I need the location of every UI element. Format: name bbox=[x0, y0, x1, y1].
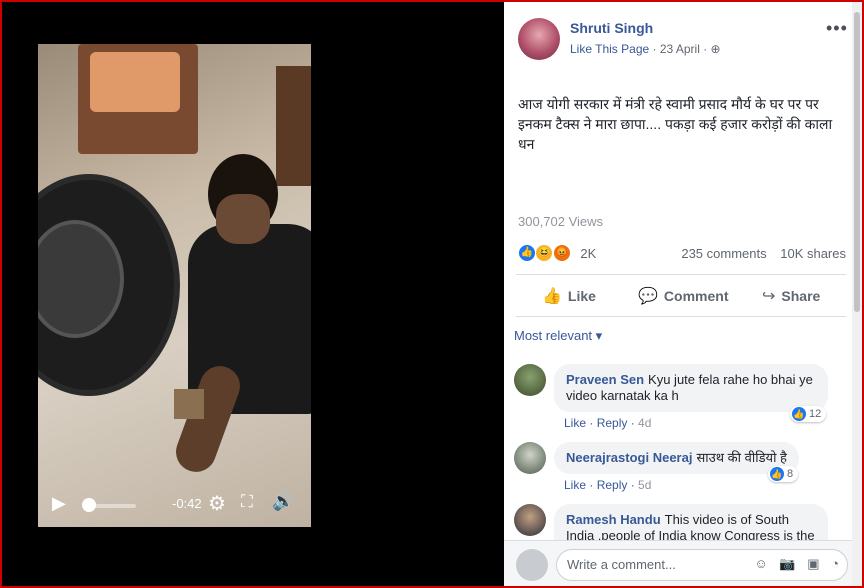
post-actions: 👍 Like 💬 Comment ↪ Share bbox=[504, 278, 852, 316]
comment-like-link[interactable]: Like bbox=[564, 416, 586, 430]
comment-author[interactable]: Neerajrastogi Neeraj bbox=[566, 450, 692, 465]
volume-icon[interactable]: 🔊 bbox=[272, 491, 294, 512]
video-controls: ▶ -0:42 ⚙ ⛶ 🔊 bbox=[38, 483, 311, 527]
sticker-icon[interactable]: ◔ bbox=[831, 556, 839, 571]
comment-reaction-badge[interactable]: 👍 12 bbox=[790, 406, 827, 422]
share-button[interactable]: ↪ Share bbox=[762, 286, 820, 306]
share-icon: ↪ bbox=[762, 288, 776, 305]
comment-author[interactable]: Praveen Sen bbox=[566, 372, 644, 387]
video-scene-block bbox=[174, 389, 204, 419]
comment-reply-link[interactable]: Reply bbox=[597, 478, 628, 492]
comment-actions: Like · Reply · 4d bbox=[564, 416, 652, 430]
comment-actions: Like · Reply · 5d bbox=[564, 478, 652, 492]
video-time-remaining: -0:42 bbox=[172, 496, 202, 511]
video-scene-tire bbox=[38, 174, 180, 396]
haha-reaction-icon: 😆 bbox=[535, 244, 554, 262]
scrollbar[interactable] bbox=[852, 2, 862, 586]
reaction-summary[interactable]: 👍 😆 😡 2K bbox=[518, 244, 596, 264]
comment-bubble: Praveen Sen Kyu jute fela rahe ho bhai ye… bbox=[554, 364, 828, 412]
engagement-counts: 235 comments 10K shares bbox=[671, 246, 846, 261]
emoji-icon[interactable]: ☺ bbox=[755, 556, 768, 571]
video-scene-table bbox=[276, 66, 311, 186]
comment-button[interactable]: 💬 Comment bbox=[638, 286, 728, 306]
comment-like-link[interactable]: Like bbox=[564, 478, 586, 492]
video-scene-chair bbox=[78, 44, 198, 154]
angry-reaction-icon: 😡 bbox=[552, 244, 571, 262]
current-user-avatar bbox=[516, 549, 548, 581]
comment-avatar[interactable] bbox=[514, 364, 546, 396]
post-panel: Shruti Singh Like This Page · 23 April ·… bbox=[504, 2, 852, 586]
reaction-count: 2K bbox=[580, 245, 597, 261]
gif-icon[interactable]: ▣ bbox=[807, 556, 819, 571]
settings-gear-icon[interactable]: ⚙ bbox=[208, 491, 226, 516]
comment-avatar[interactable] bbox=[514, 442, 546, 474]
comment-icon: 💬 bbox=[638, 288, 658, 305]
post-meta: Like This Page · 23 April · ⊕ bbox=[570, 42, 721, 56]
comment-avatar[interactable] bbox=[514, 504, 546, 536]
write-comment-bar: Write a comment... ☺ 📷 ▣ ◔ bbox=[504, 540, 852, 586]
video-player[interactable]: ▶ -0:42 ⚙ ⛶ 🔊 bbox=[38, 44, 311, 527]
page-name[interactable]: Shruti Singh bbox=[570, 20, 653, 36]
page-avatar[interactable] bbox=[518, 18, 560, 60]
like-reaction-icon: 👍 bbox=[518, 244, 536, 262]
comments-count[interactable]: 235 comments bbox=[681, 246, 766, 261]
comment-time[interactable]: 5d bbox=[638, 478, 651, 492]
comment-author[interactable]: Ramesh Handu bbox=[566, 512, 661, 527]
globe-icon: ⊕ bbox=[710, 42, 721, 56]
comment-time[interactable]: 4d bbox=[638, 416, 651, 430]
like-button[interactable]: 👍 Like bbox=[542, 286, 596, 306]
like-reaction-icon: 👍 bbox=[770, 467, 784, 481]
more-options-icon[interactable]: ••• bbox=[826, 18, 848, 39]
post-date[interactable]: · 23 April · bbox=[653, 42, 708, 56]
view-count: 300,702 Views bbox=[518, 214, 604, 229]
comment-input-placeholder: Write a comment... bbox=[567, 557, 676, 572]
camera-icon[interactable]: 📷 bbox=[779, 556, 795, 571]
like-reaction-icon: 👍 bbox=[792, 407, 806, 421]
comment-bubble: Neerajrastogi Neeraj साउथ की वीडियो है bbox=[554, 442, 799, 474]
comment-input-icons: ☺ 📷 ▣ ◔ bbox=[747, 556, 840, 572]
post-text: आज योगी सरकार में मंत्री रहे स्वामी प्रस… bbox=[518, 96, 833, 152]
comment-text: साउथ की वीडियो है bbox=[696, 450, 787, 465]
video-area: ▶ -0:42 ⚙ ⛶ 🔊 bbox=[2, 2, 502, 586]
fullscreen-icon[interactable]: ⛶ bbox=[241, 492, 253, 512]
comment-reply-link[interactable]: Reply bbox=[597, 416, 628, 430]
scrollbar-thumb[interactable] bbox=[854, 12, 860, 312]
play-icon[interactable]: ▶ bbox=[52, 493, 66, 514]
video-progress-knob[interactable] bbox=[81, 498, 96, 512]
comment-input[interactable]: Write a comment... ☺ 📷 ▣ ◔ bbox=[556, 549, 848, 581]
like-page-link[interactable]: Like This Page bbox=[570, 42, 649, 56]
thumbs-up-icon: 👍 bbox=[542, 288, 562, 305]
shares-count[interactable]: 10K shares bbox=[780, 246, 846, 261]
comment-sort-dropdown[interactable]: Most relevant ▾ bbox=[514, 328, 602, 344]
comment-reaction-badge[interactable]: 👍 8 bbox=[768, 466, 799, 482]
